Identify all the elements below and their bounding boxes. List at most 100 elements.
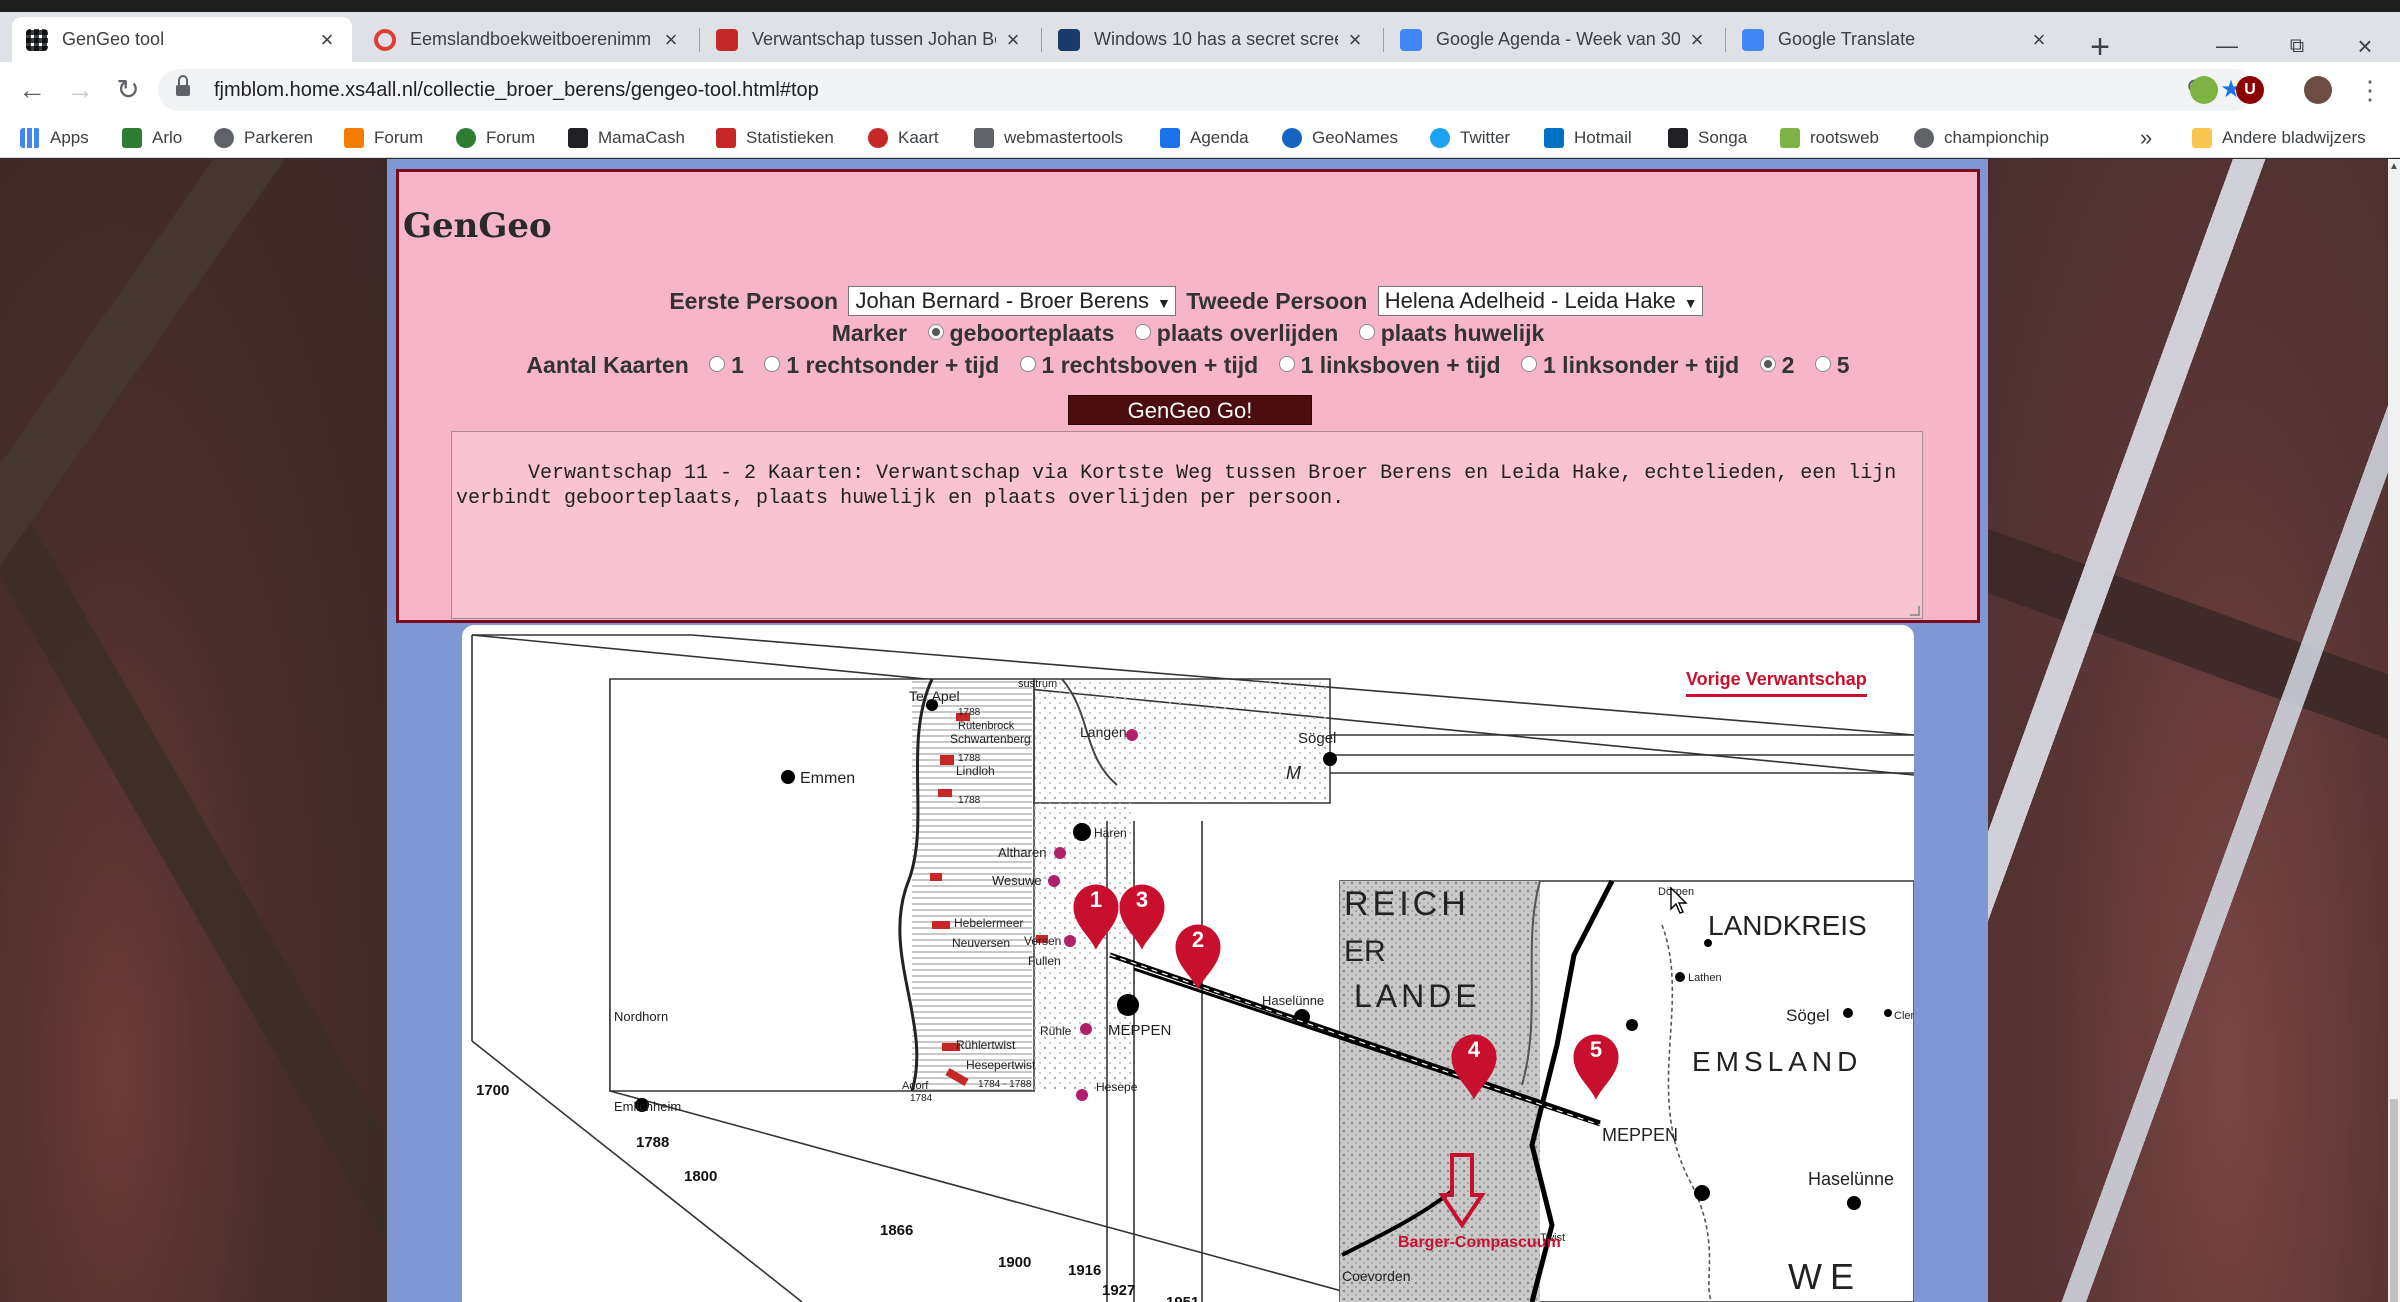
bookmark-forum[interactable]: Forum: [344, 124, 423, 152]
songa-icon: [1668, 128, 1688, 148]
marker-radio-plaats-huwelijk[interactable]: [1358, 323, 1375, 340]
close-icon[interactable]: ×: [1344, 28, 1366, 51]
address-bar[interactable]: fjmblom.home.xs4all.nl/collectie_broer_b…: [158, 69, 2254, 111]
bookmark-hotmail[interactable]: Hotmail: [1544, 124, 1632, 152]
forward-arrow-icon[interactable]: →: [60, 70, 100, 110]
resize-grip-icon[interactable]: [1910, 606, 1920, 616]
marker-radio-geboorteplaats[interactable]: [927, 323, 944, 340]
avatar[interactable]: [2304, 76, 2332, 104]
new-tab-plus-icon[interactable]: +: [2082, 30, 2118, 66]
tab-google-agenda[interactable]: Google Agenda - Week van 30 ×: [1386, 17, 1722, 62]
parkeren-icon: [214, 128, 234, 148]
gengeo-go-button[interactable]: GenGeo Go!: [1068, 395, 1312, 425]
place-sustrum: sustrum: [1018, 678, 1057, 690]
bookmark-webmastertools[interactable]: webmastertools: [974, 124, 1123, 152]
close-icon[interactable]: ×: [2028, 28, 2050, 51]
place-clemens: Clemens: [1894, 1010, 1914, 1022]
region-emsland: EMSLAND: [1692, 1046, 1862, 1077]
bookmark-agenda[interactable]: Agenda: [1160, 124, 1249, 152]
bookmark-other-folder[interactable]: Andere bladwijzers: [2192, 124, 2366, 152]
place-altharen: Altharen: [998, 845, 1046, 860]
place-fullen: Fullen: [1028, 954, 1061, 968]
extension-green-icon[interactable]: [2190, 76, 2218, 104]
place-barger-compascuum: Barger-Compascuum: [1398, 1234, 1561, 1251]
close-icon[interactable]: ×: [316, 28, 338, 51]
tab-title: Eemslandboekweitboerenimm: [410, 29, 652, 49]
menu-dots-icon[interactable]: ⋮: [2352, 72, 2388, 108]
window-top-strip: [0, 0, 2400, 12]
bookmark-label: Hotmail: [1574, 128, 1632, 147]
first-person-select[interactable]: Johan Bernard - Broer Berens ▼: [848, 286, 1176, 316]
timeline-year: 1951: [1166, 1294, 1199, 1302]
page-title: GenGeo: [403, 206, 552, 246]
previous-relationship-link[interactable]: Vorige Verwantschap: [1686, 669, 1867, 697]
bookmark-label: Songa: [1698, 128, 1748, 147]
bookmark-apps[interactable]: Apps: [20, 124, 89, 152]
radio-label: 1 rechtsonder + tijd: [786, 352, 1000, 378]
tab-google-translate[interactable]: Google Translate ×: [1728, 17, 2064, 62]
bookmark-forum-2[interactable]: Forum: [456, 124, 535, 152]
maps-radio-rechtsboven[interactable]: [1019, 355, 1036, 372]
result-text: Verwantschap 11 - 2 Kaarten: Verwantscha…: [456, 462, 1897, 510]
rootsweb-icon: [1780, 128, 1800, 148]
bookmark-songa[interactable]: Songa: [1668, 124, 1747, 152]
fn-favicon-icon: [1058, 28, 1080, 51]
marker-radio-plaats-overlijden[interactable]: [1134, 323, 1151, 340]
map-panel[interactable]: Ter Apel Emmen Langen Sögel Haren Schwar…: [462, 625, 1914, 1302]
more-bookmarks-chevron-icon[interactable]: »: [2140, 124, 2152, 152]
region-er: ER: [1344, 935, 1386, 968]
bookmark-statistieken[interactable]: Statistieken: [716, 124, 834, 152]
restore-icon[interactable]: ⧉: [2262, 26, 2332, 66]
tab-bar: GenGeo tool × Eemslandboekweitboerenimm …: [0, 12, 2400, 64]
maps-radio-linksonder[interactable]: [1521, 355, 1537, 372]
globe-icon: [1282, 128, 1302, 148]
maps-radio-rechtsonder[interactable]: [764, 355, 781, 372]
tab-title: Google Translate: [1778, 29, 1916, 49]
url-text[interactable]: fjmblom.home.xs4all.nl/collectie_broer_b…: [214, 69, 819, 111]
maps-radio-linksboven[interactable]: [1278, 355, 1295, 372]
maps-radio-5[interactable]: [1814, 355, 1831, 372]
dropdown-caret-icon: ▼: [1683, 295, 1698, 311]
bookmark-parkeren[interactable]: Parkeren: [214, 124, 313, 152]
bookmark-label: Forum: [486, 128, 536, 147]
window-close-icon[interactable]: ×: [2330, 26, 2400, 66]
bookmark-label: Statistieken: [746, 128, 834, 147]
scroll-up-arrow-icon[interactable]: ▲: [2388, 161, 2400, 173]
bookmark-kaart[interactable]: Kaart: [868, 124, 939, 152]
bookmark-arlo[interactable]: Arlo: [122, 124, 182, 152]
tab-eemsland[interactable]: Eemslandboekweitboerenimm ×: [360, 17, 696, 62]
tab-windows10[interactable]: Windows 10 has a secret scree ×: [1044, 17, 1380, 62]
maps-radio-1[interactable]: [709, 355, 726, 372]
close-icon[interactable]: ×: [1686, 28, 1708, 51]
result-textarea[interactable]: Verwantschap 11 - 2 Kaarten: Verwantscha…: [451, 431, 1923, 619]
reload-icon[interactable]: ↻: [108, 70, 148, 110]
ublock-icon[interactable]: U: [2236, 76, 2264, 104]
bookmark-geonames[interactable]: GeoNames: [1282, 124, 1398, 152]
region-lande: LANDE: [1354, 978, 1481, 1014]
second-person-select[interactable]: Helena Adelheid - Leida Hake ▼: [1377, 286, 1703, 316]
bookmark-label: Arlo: [152, 128, 183, 147]
bookmark-rootsweb[interactable]: rootsweb: [1780, 124, 1879, 152]
tab-title: Verwantschap tussen Johan Be: [752, 29, 996, 49]
bookmark-label: Kaart: [898, 128, 939, 147]
maps-radio-2[interactable]: [1759, 355, 1776, 372]
bookmark-mamacash[interactable]: MamaCash: [568, 124, 685, 152]
close-icon[interactable]: ×: [1002, 28, 1024, 51]
marker-label: Marker: [831, 320, 908, 346]
timeline-year: 1900: [998, 1254, 1031, 1271]
tab-verwantschap[interactable]: Verwantschap tussen Johan Be ×: [702, 17, 1038, 62]
background-photo-left: [0, 159, 387, 1302]
bookmark-twitter[interactable]: Twitter: [1430, 124, 1510, 152]
close-icon[interactable]: ×: [660, 28, 682, 51]
minimize-icon[interactable]: —: [2192, 26, 2262, 66]
marker-number: 5: [1590, 1037, 1602, 1062]
back-arrow-icon[interactable]: ←: [12, 70, 52, 110]
tab-gengeo[interactable]: GenGeo tool ×: [12, 17, 352, 62]
radio-label: geboorteplaats: [949, 320, 1115, 346]
red-square-favicon-icon: [716, 28, 738, 51]
calendar-favicon-icon: [1400, 28, 1422, 51]
scrollbar-thumb[interactable]: [2390, 1099, 2398, 1302]
region-we: WE: [1788, 1256, 1862, 1297]
vertical-scrollbar[interactable]: ▲: [2388, 159, 2400, 1302]
bookmark-championchip[interactable]: championchip: [1914, 124, 2049, 152]
